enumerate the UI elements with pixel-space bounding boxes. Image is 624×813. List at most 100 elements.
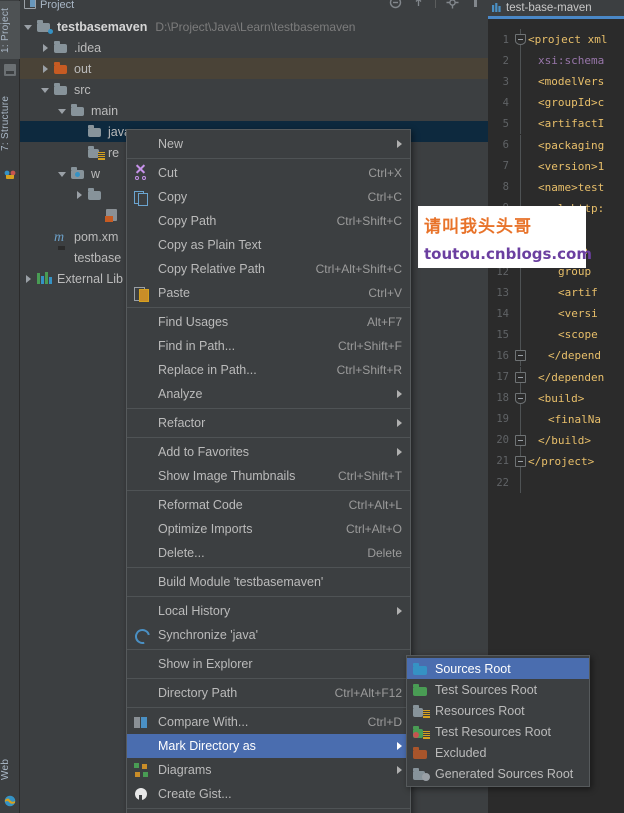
tree-row[interactable]: out (20, 58, 488, 79)
submenu-item[interactable]: Test Sources Root (407, 679, 589, 700)
code-text: <scope (558, 328, 598, 342)
folder-gray-icon (71, 104, 86, 117)
menu-item[interactable]: Mark Directory as (127, 734, 410, 758)
code-line: 19 <finalNa (488, 408, 624, 430)
menu-item[interactable]: Create Gist... (127, 782, 410, 806)
line-number: 17 (496, 371, 509, 384)
chevron-right-icon[interactable] (41, 43, 51, 53)
fold-gutter[interactable] (514, 345, 528, 367)
line-number: 4 (502, 96, 509, 109)
submenu-arrow-icon (397, 766, 402, 774)
submenu-item[interactable]: Generated Sources Root (407, 763, 589, 784)
code-line: 18 <build> (488, 387, 624, 409)
folder-generated-icon (413, 767, 430, 781)
line-number: 16 (496, 349, 509, 362)
sidebar-tab-project[interactable]: 1: Project (0, 1, 20, 59)
fold-gutter[interactable] (514, 429, 528, 451)
menu-item[interactable]: Compare With... Ctrl+D (127, 710, 410, 734)
chevron-down-icon[interactable] (58, 169, 68, 179)
menu-item[interactable]: Show Image Thumbnails Ctrl+Shift+T (127, 464, 410, 488)
tree-row-path: D:\Project\Java\Learn\testbasemaven (155, 19, 356, 34)
folder-gray-icon (54, 41, 69, 54)
submenu-item[interactable]: Test Resources Root (407, 721, 589, 742)
fold-gutter[interactable] (514, 29, 528, 51)
chevron-down-icon[interactable] (24, 22, 34, 32)
menu-item[interactable]: Analyze (127, 382, 410, 406)
expand-icon[interactable] (412, 0, 425, 9)
menu-item[interactable]: Show in Explorer (127, 652, 410, 676)
menu-item[interactable]: New (127, 132, 410, 156)
code-line: 6 <packaging (488, 134, 624, 156)
menu-item-label: Paste (158, 286, 190, 300)
maven-file-icon (492, 2, 503, 14)
menu-item-label: Copy Path (158, 214, 217, 228)
editor-tab-pom[interactable]: test-base-maven (488, 0, 624, 19)
code-text: </build> (538, 433, 591, 447)
menu-item[interactable]: Local History (127, 599, 410, 623)
menu-item[interactable]: Copy Relative Path Ctrl+Alt+Shift+C (127, 257, 410, 281)
tree-row[interactable]: .idea (20, 37, 488, 58)
code-text: </project> (528, 454, 595, 468)
fold-gutter (514, 176, 528, 198)
locate-icon[interactable] (446, 0, 459, 9)
project-icon (24, 0, 36, 9)
tree-row-label: testbasemaven (57, 19, 148, 34)
menu-item[interactable]: Delete... Delete (127, 541, 410, 565)
left-tool-strip: 1: Project 7: Structure Web (0, 0, 20, 813)
web-globe-icon[interactable] (4, 794, 16, 807)
menu-item[interactable]: Refactor (127, 411, 410, 435)
settings-icon[interactable] (469, 0, 482, 9)
menu-item-shortcut: Ctrl+Alt+O (345, 522, 402, 536)
submenu-item[interactable]: Excluded (407, 742, 589, 763)
chevron-down-icon[interactable] (41, 85, 51, 95)
favorites-icon[interactable] (4, 168, 16, 180)
menu-item[interactable]: Build Module 'testbasemaven' (127, 570, 410, 594)
mark-directory-as-submenu[interactable]: Sources Root Test Sources Root Resources R… (406, 655, 590, 787)
submenu-item[interactable]: Resources Root (407, 700, 589, 721)
chevron-right-icon[interactable] (24, 274, 34, 284)
chevron-right-icon[interactable] (41, 64, 51, 74)
menu-item[interactable]: Synchronize 'java' (127, 623, 410, 647)
menu-item[interactable]: Replace in Path... Ctrl+Shift+R (127, 358, 410, 382)
menu-item[interactable]: Cut Ctrl+X (127, 161, 410, 185)
menu-separator (127, 649, 410, 650)
code-line: 15 <scope (488, 324, 624, 346)
sidebar-tab-web[interactable]: Web (0, 748, 20, 790)
tree-row[interactable]: main (20, 100, 488, 121)
menu-item[interactable]: Copy Ctrl+C (127, 185, 410, 209)
menu-item[interactable]: Paste Ctrl+V (127, 281, 410, 305)
menu-item[interactable]: Diagrams (127, 758, 410, 782)
chevron-right-icon[interactable] (75, 190, 85, 200)
sidebar-tab-structure[interactable]: 7: Structure (0, 85, 20, 161)
fold-gutter[interactable] (514, 387, 528, 409)
menu-item[interactable]: Optimize Imports Ctrl+Alt+O (127, 517, 410, 541)
menu-item[interactable]: Find Usages Alt+F7 (127, 310, 410, 334)
chevron-down-icon[interactable] (58, 106, 68, 116)
tree-row-label: re (108, 145, 120, 160)
collapse-all-icon[interactable] (389, 0, 402, 9)
menu-item-label: Show in Explorer (158, 657, 253, 671)
code-text: </dependen (538, 370, 605, 384)
submenu-item[interactable]: Sources Root (407, 658, 589, 679)
tree-row[interactable]: src (20, 79, 488, 100)
menu-separator (127, 567, 410, 568)
menu-item[interactable]: Add to Favorites (127, 440, 410, 464)
menu-item[interactable]: Find in Path... Ctrl+Shift+F (127, 334, 410, 358)
menu-item-shortcut: Ctrl+Alt+Shift+C (315, 262, 402, 276)
menu-item[interactable]: Reformat Code Ctrl+Alt+L (127, 493, 410, 517)
line-number: 15 (496, 328, 509, 341)
project-toolbar (389, 0, 482, 9)
context-menu[interactable]: New Cut Ctrl+X Copy Ctrl+C Copy Path Ctrl+Shif… (126, 129, 411, 813)
menu-item[interactable]: Directory Path Ctrl+Alt+F12 (127, 681, 410, 705)
menu-item-label: Reformat Code (158, 498, 243, 512)
line-number: 3 (502, 75, 509, 88)
submenu-arrow-icon (397, 140, 402, 148)
menu-item[interactable]: Copy Path Ctrl+Shift+C (127, 209, 410, 233)
tree-row[interactable]: testbasemaven D:\Project\Java\Learn\testb… (20, 16, 488, 37)
menu-item[interactable]: Copy as Plain Text (127, 233, 410, 257)
fold-gutter[interactable] (514, 450, 528, 472)
fold-gutter[interactable] (514, 366, 528, 388)
project-panel-title: Project (40, 0, 75, 11)
